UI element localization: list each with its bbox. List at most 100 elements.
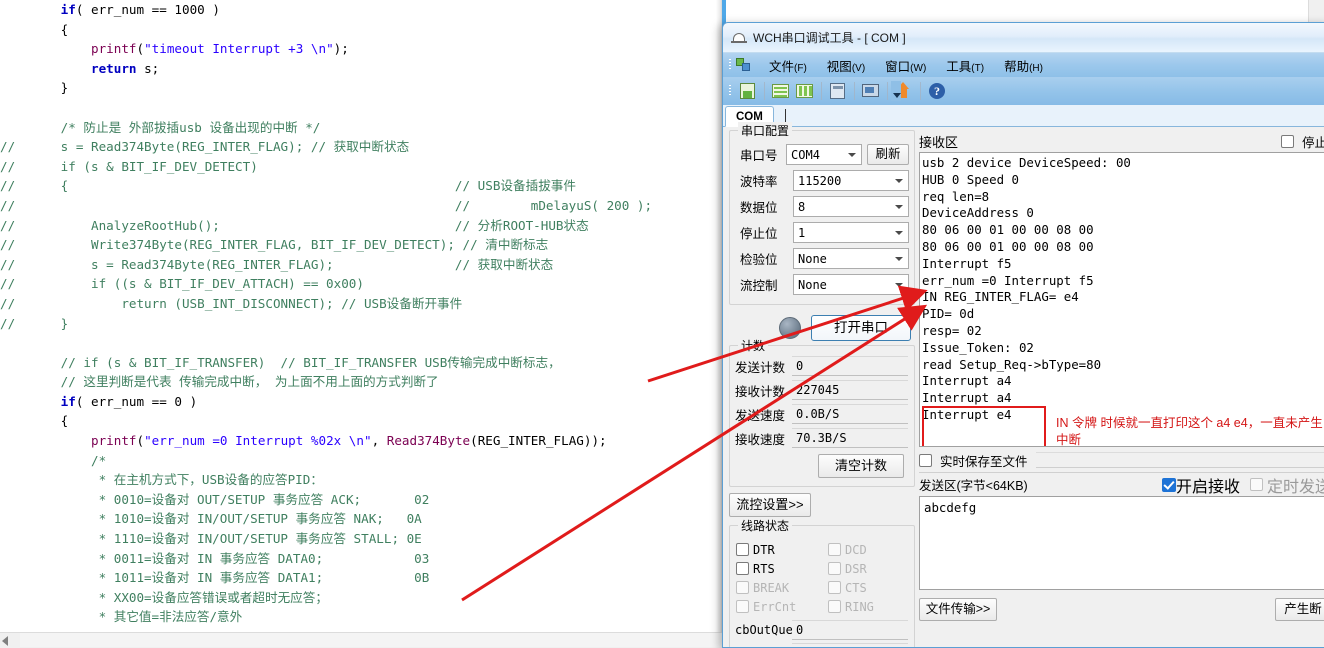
vertical-tile-icon[interactable] — [794, 80, 816, 102]
chevron-down-icon — [895, 257, 903, 261]
menu-item-window[interactable]: 窗口(W) — [875, 54, 936, 77]
databits-value: 8 — [798, 199, 806, 214]
databits-label: 数据位 — [740, 201, 778, 215]
checkbox-box[interactable] — [736, 543, 749, 556]
chevron-down-icon — [895, 283, 903, 287]
calculator-icon[interactable] — [827, 80, 849, 102]
open-port-button[interactable]: 打开串口 — [811, 315, 911, 341]
save-path-input[interactable] — [1035, 452, 1324, 468]
window-title: WCH串口调试工具 - [ COM ] — [753, 31, 906, 45]
checkbox-dtr[interactable]: DTR — [730, 540, 822, 559]
code-line: if( err_num == 0 ) — [60, 393, 198, 409]
checkbox-break: BREAK — [730, 578, 822, 597]
code-line: { — [0, 21, 69, 37]
scroll-left-arrow-icon[interactable] — [2, 636, 8, 646]
baud-select[interactable]: 115200 — [793, 170, 909, 191]
cboutque-value: 0 — [792, 619, 908, 640]
toolbar-separator — [920, 82, 921, 100]
horizontal-tile-icon[interactable] — [770, 80, 792, 102]
checkbox-box[interactable] — [1280, 134, 1294, 148]
chevron-down-icon — [848, 153, 857, 157]
timed-send-checkbox[interactable] — [1249, 478, 1263, 491]
right-panel: 接收区 停止 usb 2 device DeviceSpeed: 00 HUB … — [919, 130, 1324, 645]
menu-label: 窗口 — [885, 59, 911, 74]
checkbox-cts: CTS — [822, 578, 914, 597]
send-textarea[interactable]: abcdefg — [919, 496, 1324, 590]
checkbox-rts[interactable]: RTS — [730, 559, 822, 578]
refresh-button[interactable]: 刷新 — [867, 144, 909, 165]
port-status-led — [779, 317, 801, 339]
code-line: if( err_num == 1000 ) — [60, 2, 220, 17]
cboutque-label: cbOutQue — [735, 622, 793, 637]
toolbar-grip[interactable] — [727, 83, 734, 99]
stopbits-select[interactable]: 1 — [793, 222, 909, 243]
menu-item-help[interactable]: 帮助(H) — [994, 54, 1053, 77]
file-transfer-button[interactable]: 文件传输>> — [919, 597, 997, 621]
code-line: /* 防止是 外部拔插usb 设备出现的中断 */ — [0, 119, 321, 135]
menu-mnemonic: (F) — [794, 62, 807, 74]
menubar-grip[interactable] — [727, 57, 734, 73]
menu-item-view[interactable]: 视图(V) — [817, 54, 875, 77]
checkbox-box[interactable] — [736, 562, 749, 575]
code-line: } — [0, 80, 69, 96]
code-line: // return (USB_INT_DISCONNECT); // USB设备… — [0, 295, 463, 311]
receive-textarea[interactable]: usb 2 device DeviceSpeed: 00 HUB 0 Speed… — [919, 152, 1324, 447]
toolbar: ? — [723, 77, 1324, 105]
screenshot-root: if( err_num == 1000 ) { printf("timeout … — [0, 0, 1324, 648]
code-line: * 0010=设备对 OUT/SETUP 事务应答 ACK; 02 — [0, 491, 430, 507]
left-panel: 串口配置 串口号 COM4 刷新 波特率 115200 数据位 8 停止位 1 … — [729, 122, 915, 647]
stop-checkbox[interactable]: 停止 — [1280, 132, 1324, 151]
toolbar-overflow-chevron-icon[interactable] — [891, 81, 901, 101]
monitor-icon[interactable] — [860, 80, 882, 102]
send-header: 发送区(字节<64KB) 开启接收 定时发送 — [919, 472, 1324, 496]
line-status-group: 线路状态 DTR RTS BREAK ErrCnt DCD DSR CTS RI… — [729, 517, 915, 647]
chevron-down-icon — [895, 231, 903, 235]
menu-label: 文件 — [769, 59, 795, 74]
code-line: * 1011=设备对 IN 事务应答 DATA1; 0B — [0, 570, 430, 586]
checkbox-ring: RING — [822, 597, 914, 616]
new-document-icon[interactable] — [737, 80, 759, 102]
menu-item-file[interactable]: 文件(F) — [759, 54, 817, 77]
receive-annotation: IN 令牌 时候就一直打印这个 a4 e4，一直未产生中断 — [1056, 416, 1323, 447]
port-select[interactable]: COM4 — [786, 144, 863, 165]
enable-receive-checkbox[interactable] — [1161, 477, 1176, 492]
code-line: // } — [0, 315, 69, 331]
parity-select[interactable]: None — [793, 248, 909, 269]
wch-serial-tool-window: WCH串口调试工具 - [ COM ] 文件(F) 视图(V) 窗口(W) 工具… — [722, 22, 1324, 648]
line-status-checkboxes: DTR RTS BREAK ErrCnt DCD DSR CTS RING — [730, 534, 914, 618]
toolbar-separator — [821, 82, 822, 100]
menu-item-tools[interactable]: 工具(T) — [936, 54, 994, 77]
serial-config-group: 串口配置 串口号 COM4 刷新 波特率 115200 数据位 8 停止位 1 … — [729, 122, 915, 305]
checkbox-box[interactable] — [919, 453, 932, 467]
tx-count-value: 0 — [792, 356, 908, 376]
generate-break-button[interactable]: 产生断 — [1275, 597, 1324, 621]
checkbox-dsr: DSR — [822, 559, 914, 578]
code-line: * 其它值=非法应答/意外 — [0, 609, 243, 625]
app-menu-icon[interactable] — [736, 57, 753, 73]
menu-mnemonic: (V) — [851, 62, 866, 74]
flowcontrol-select[interactable]: None — [793, 274, 909, 295]
rx-count-value: 227045 — [792, 380, 908, 400]
code-text: if( err_num == 1000 ) { printf("timeout … — [0, 0, 680, 648]
save-to-file-row: 实时保存至文件 — [919, 450, 1324, 470]
help-icon[interactable]: ? — [926, 80, 948, 102]
tx-speed-value: 0.0B/S — [792, 404, 908, 424]
flow-control-settings-button[interactable]: 流控设置>> — [729, 493, 811, 517]
counters-title: 计数 — [738, 337, 769, 354]
bottom-button-row: 文件传输>> 产生断 — [919, 596, 1324, 622]
checkbox-dcd: DCD — [822, 540, 914, 559]
queue-row-inque: cbInQue 0 — [730, 641, 914, 647]
code-line: printf("err_num =0 Interrupt %02x \n", R… — [91, 433, 607, 449]
config-row-parity: 检验位 None — [735, 246, 909, 271]
menu-mnemonic: (W) — [910, 62, 927, 74]
timed-send-label: 定时发送 — [1266, 478, 1324, 496]
checkbox-box — [828, 600, 841, 613]
bell-icon — [731, 30, 747, 46]
checkbox-label: DTR — [753, 542, 775, 557]
databits-select[interactable]: 8 — [793, 196, 909, 217]
clear-counters-button[interactable]: 清空计数 — [818, 454, 904, 478]
menu-mnemonic: (T) — [971, 62, 985, 74]
serial-config-title: 串口配置 — [738, 122, 793, 139]
receive-header: 接收区 停止 — [919, 130, 1324, 152]
